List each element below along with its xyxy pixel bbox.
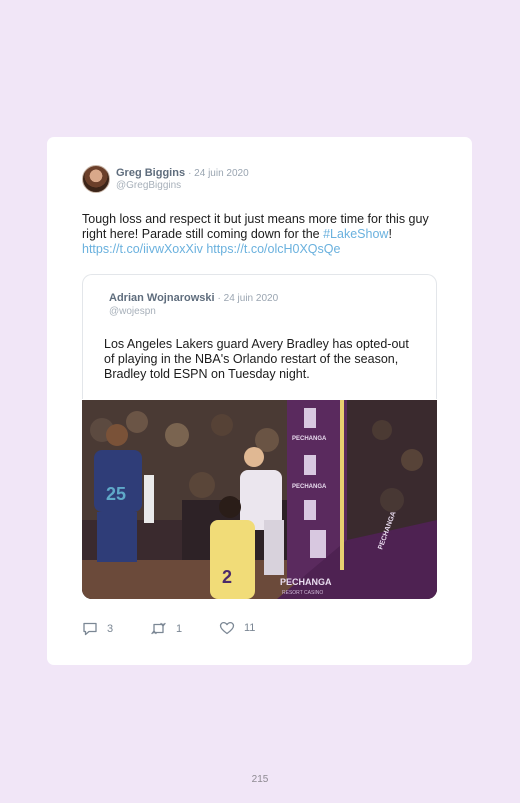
banner-text-1: PECHANGA xyxy=(292,436,327,442)
tweet-text: Tough loss and respect it but just means… xyxy=(82,212,442,257)
page-number: 215 xyxy=(251,774,269,785)
jersey-number-25: 25 xyxy=(106,484,126,504)
tweet-body-end: ! xyxy=(388,227,392,241)
hashtag-link[interactable]: #LakeShow xyxy=(323,227,388,241)
quoted-tweet-text: Los Angeles Lakers guard Avery Bradley h… xyxy=(104,337,409,381)
banner-text-3: PECHANGA xyxy=(280,577,332,587)
like-count: 11 xyxy=(244,622,256,634)
tweet-date[interactable]: · 24 juin 2020 xyxy=(188,168,249,179)
reply-count: 3 xyxy=(107,622,114,635)
like-action[interactable]: 11 xyxy=(219,621,255,635)
author-avatar[interactable] xyxy=(82,165,110,193)
tweet-card: Greg Biggins · 24 juin 2020 @GregBiggins … xyxy=(47,137,472,665)
basketball-scene-image: PECHANGA PECHANGA PECHANGA RESORT CASINO… xyxy=(82,400,437,599)
reply-action[interactable]: 3 xyxy=(82,621,113,636)
author-name[interactable]: Greg Biggins xyxy=(116,167,185,179)
quoted-tweet-date[interactable]: · 24 juin 2020 xyxy=(218,293,279,304)
quoted-author-name[interactable]: Adrian Wojnarowski xyxy=(109,292,215,304)
quoted-author-handle[interactable]: @wojespn xyxy=(109,306,156,317)
reply-icon[interactable] xyxy=(82,621,98,636)
banner-sub-text: RESORT CASINO xyxy=(282,590,323,596)
author-handle[interactable]: @GregBiggins xyxy=(116,180,181,191)
tweet-link-1[interactable]: https://t.co/iivwXoxXiv xyxy=(82,242,203,256)
jersey-number-2: 2 xyxy=(222,567,232,587)
heart-icon[interactable] xyxy=(219,621,235,635)
tweet-link-2[interactable]: https://t.co/olcH0XQsQe xyxy=(206,242,340,256)
banner-text-2: PECHANGA xyxy=(292,484,327,490)
tweet-media-gif[interactable]: PECHANGA PECHANGA PECHANGA RESORT CASINO… xyxy=(82,400,437,599)
retweet-icon[interactable] xyxy=(150,621,167,636)
quoted-tweet[interactable]: Adrian Wojnarowski · 24 juin 2020 @wojesp… xyxy=(82,274,437,399)
retweet-count: 1 xyxy=(176,622,183,635)
retweet-action[interactable]: 1 xyxy=(150,621,182,636)
